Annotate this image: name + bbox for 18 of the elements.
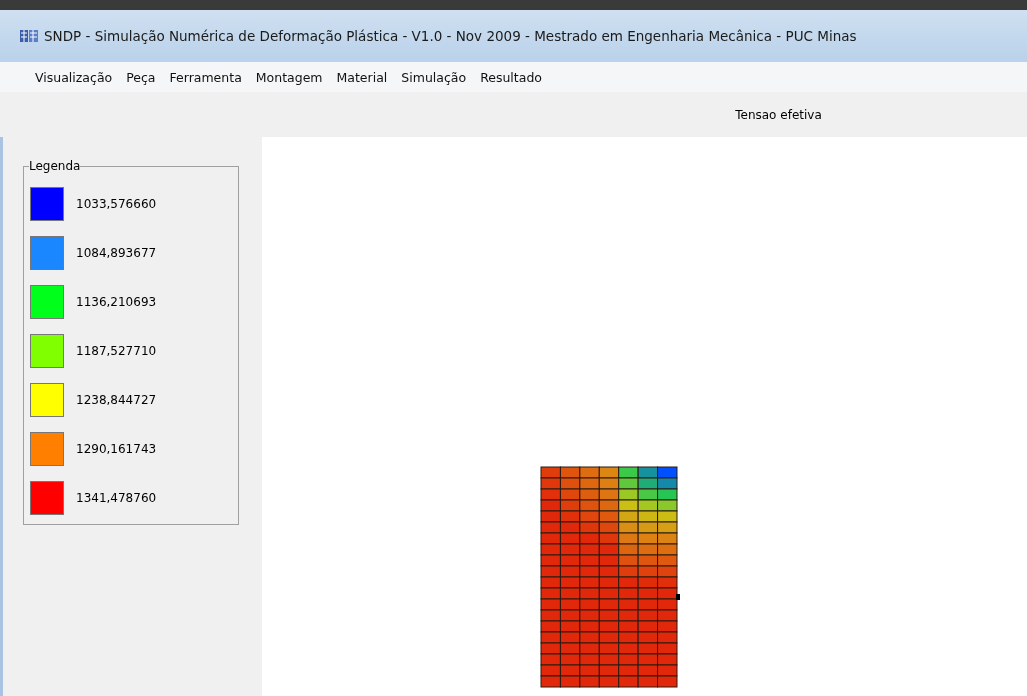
legend-value: 1341,478760 (76, 490, 157, 505)
menu-item[interactable]: Visualização (28, 69, 120, 85)
legend-value: 1033,576660 (76, 196, 157, 211)
menu-item[interactable]: Material (329, 69, 395, 85)
menu-item[interactable]: Resultado (473, 69, 549, 85)
menu-item[interactable]: Ferramenta (162, 69, 249, 85)
legend-title: Legenda (29, 159, 81, 173)
menu-item[interactable]: Montagem (248, 69, 330, 85)
menu-item[interactable]: Simulação (394, 69, 474, 85)
legend-value: 1290,161743 (76, 441, 157, 456)
menu-item[interactable]: Peça (119, 69, 163, 85)
plot-title: Tensao efetiva (735, 107, 822, 122)
legend-value: 1084,893677 (76, 245, 157, 260)
window-title: SNDP - Simulação Numérica de Deformação Plástica - V1.0 - Nov 2009 - Mestrado em Engenharia Mecânica - PUC Minas (44, 28, 857, 44)
legend-value: 1187,527710 (76, 343, 157, 358)
legend-value: 1136,210693 (76, 294, 157, 309)
app-icon (20, 29, 38, 43)
legend-value: 1238,844727 (76, 392, 157, 407)
